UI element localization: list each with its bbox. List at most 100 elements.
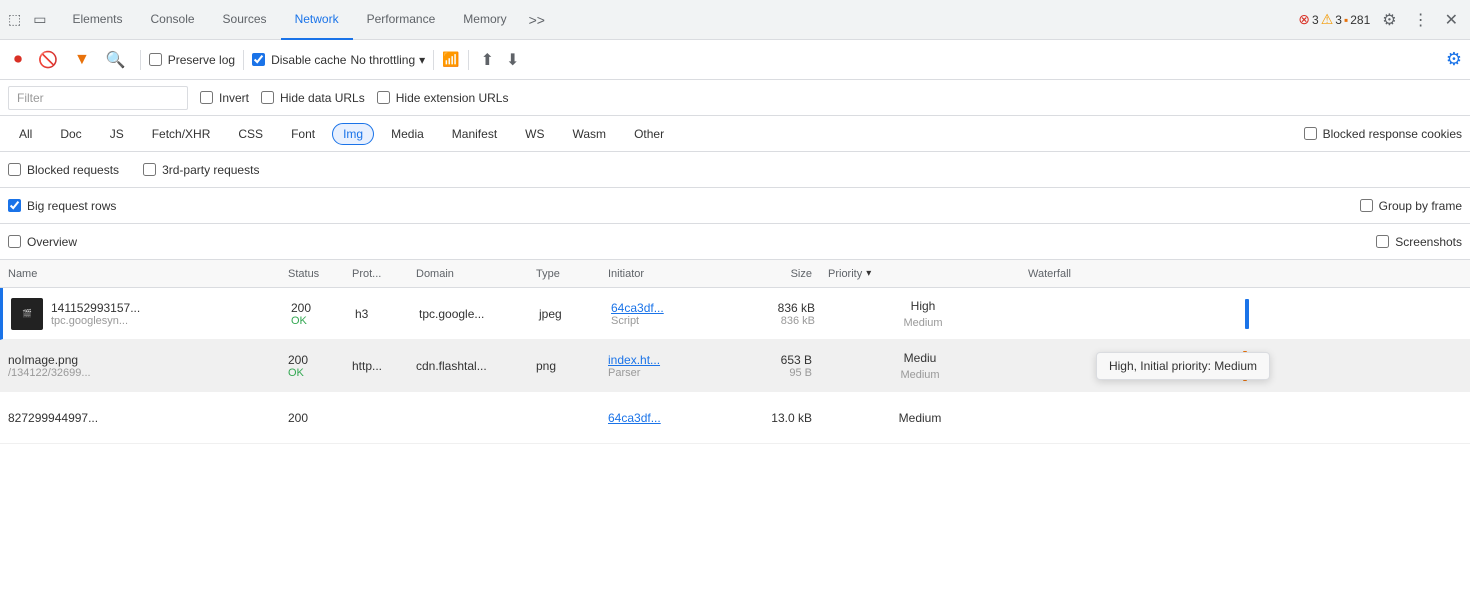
protocol-1: h3 [355,307,403,321]
table-row[interactable]: 827299944997... 200 64ca3df... 13.0 kB M… [0,392,1470,444]
third-party-checkbox[interactable] [143,163,156,176]
cell-initiator-1: 64ca3df... Script [603,288,723,339]
filter-btn-font[interactable]: Font [280,123,326,145]
table-row[interactable]: noImage.png /134122/32699... 200 OK http… [0,340,1470,392]
size-secondary-2: 95 B [728,367,812,379]
network-settings-icon[interactable]: ⚙ [1446,49,1462,70]
overview-text: Overview [27,235,77,249]
preserve-log-checkbox[interactable] [149,53,162,66]
filter-btn-doc[interactable]: Doc [49,123,92,145]
filter-btn-img[interactable]: Img [332,123,374,145]
priority-primary-3: Medium [899,411,942,425]
warning-count: 3 [1335,13,1342,27]
name-secondary-2: /134122/32699... [8,367,272,379]
filter-btn-all[interactable]: All [8,123,43,145]
col-header-size[interactable]: Size [720,268,820,280]
disable-cache-label[interactable]: Disable cache [252,53,346,67]
settings-gear-button[interactable]: ⚙ [1374,6,1404,34]
protocol-2: http... [352,359,400,373]
filter-btn-js[interactable]: JS [99,123,135,145]
error-count: 3 [1312,13,1319,27]
tab-console[interactable]: Console [137,0,209,40]
col-header-protocol[interactable]: Prot... [344,268,408,280]
type-1: jpeg [539,307,595,321]
blocked-cookies-label[interactable]: Blocked response cookies [1304,127,1462,141]
filter-btn-media[interactable]: Media [380,123,435,145]
overview-label[interactable]: Overview [8,235,77,249]
screenshots-checkbox[interactable] [1376,235,1389,248]
search-button[interactable]: 🔍 [100,46,132,74]
download-icon[interactable]: ⬇ [506,50,519,70]
priority-primary-1: High [911,299,936,313]
blocked-cookies-text: Blocked response cookies [1323,127,1462,141]
filter-btn-other[interactable]: Other [623,123,675,145]
upload-icon[interactable]: ⬆ [481,50,494,70]
col-header-type[interactable]: Type [528,268,600,280]
big-request-rows-checkbox[interactable] [8,199,21,212]
hide-extension-urls-label[interactable]: Hide extension URLs [377,91,509,105]
filter-input[interactable] [8,86,188,110]
blocked-requests-checkbox[interactable] [8,163,21,176]
tab-network[interactable]: Network [281,0,353,40]
overview-checkbox[interactable] [8,235,21,248]
hide-data-urls-label[interactable]: Hide data URLs [261,91,365,105]
group-by-frame-checkbox[interactable] [1360,199,1373,212]
invert-label[interactable]: Invert [200,91,249,105]
filter-btn-fetch-xhr[interactable]: Fetch/XHR [141,123,222,145]
tab-bar: ⬚ ▭ Elements Console Sources Network Per… [0,0,1470,40]
blocked-cookies-checkbox[interactable] [1304,127,1317,140]
tab-sources[interactable]: Sources [209,0,281,40]
table-row[interactable]: 🎬 141152993157... tpc.googlesyn... 200 O… [0,288,1470,340]
filter-btn-css[interactable]: CSS [227,123,274,145]
tab-performance[interactable]: Performance [353,0,450,40]
col-header-status[interactable]: Status [280,268,344,280]
initiator-link-2[interactable]: index.ht... [608,353,712,367]
tab-elements[interactable]: Elements [58,0,136,40]
col-header-waterfall[interactable]: Waterfall [1020,268,1470,280]
col-header-initiator[interactable]: Initiator [600,268,720,280]
cell-name-3: 827299944997... [0,392,280,443]
initiator-link-1[interactable]: 64ca3df... [611,301,715,315]
size-primary-3: 13.0 kB [728,411,812,425]
filter-row: Invert Hide data URLs Hide extension URL… [0,80,1470,116]
filter-icon-button[interactable]: ▼ [68,47,96,73]
col-header-name[interactable]: Name [0,268,280,280]
throttle-dropdown[interactable]: No throttling ▾ [350,53,425,67]
third-party-label[interactable]: 3rd-party requests [143,163,259,177]
blocked-requests-label[interactable]: Blocked requests [8,163,119,177]
cell-protocol-3 [344,392,408,443]
preserve-log-label[interactable]: Preserve log [149,53,235,67]
cell-type-2: png [528,340,600,391]
device-icon[interactable]: ▭ [29,7,50,32]
cell-priority-3: Medium [820,392,1020,443]
screenshots-label[interactable]: Screenshots [1376,235,1462,249]
big-request-rows-text: Big request rows [27,199,116,213]
group-by-frame-label[interactable]: Group by frame [1360,199,1462,213]
third-party-text: 3rd-party requests [162,163,259,177]
close-devtools-button[interactable]: ✕ [1437,6,1466,34]
more-tabs-button[interactable]: >> [521,8,553,32]
col-header-domain[interactable]: Domain [408,268,528,280]
initiator-link-3[interactable]: 64ca3df... [608,411,712,425]
record-stop-button[interactable]: ⏺ [8,47,28,73]
info-icon: ▪ [1344,13,1348,27]
big-request-rows-label[interactable]: Big request rows [8,199,116,213]
inspect-icon[interactable]: ⬚ [4,7,25,32]
clear-button[interactable]: 🚫 [32,46,64,74]
invert-checkbox[interactable] [200,91,213,104]
cell-name-1: 🎬 141152993157... tpc.googlesyn... [3,288,283,339]
more-options-button[interactable]: ⋮ [1405,6,1437,34]
hide-extension-urls-checkbox[interactable] [377,91,390,104]
wifi-icon: 📶 [442,51,459,68]
cell-status-3: 200 [280,392,344,443]
tab-memory[interactable]: Memory [449,0,520,40]
filter-btn-wasm[interactable]: Wasm [562,123,618,145]
filter-btn-ws[interactable]: WS [514,123,555,145]
disable-cache-checkbox[interactable] [252,53,265,66]
domain-1: tpc.google... [419,307,523,321]
hide-data-urls-checkbox[interactable] [261,91,274,104]
col-header-priority[interactable]: Priority ▾ [820,268,1020,280]
initiator-secondary-2: Parser [608,367,712,379]
filter-btn-manifest[interactable]: Manifest [441,123,508,145]
cell-domain-2: cdn.flashtal... [408,340,528,391]
